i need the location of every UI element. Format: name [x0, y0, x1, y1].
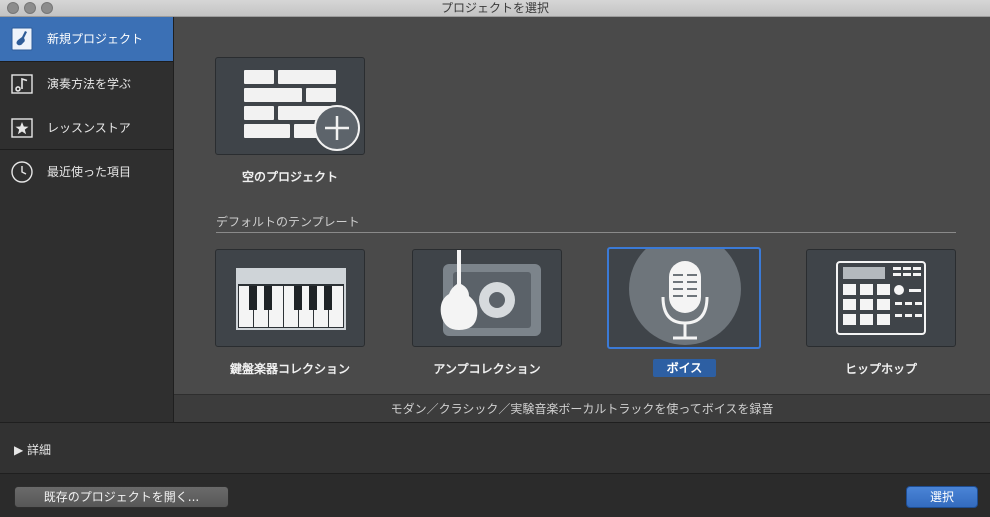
sidebar-item-label: レッスンストア: [47, 121, 131, 135]
template-keyboard-tile[interactable]: [215, 249, 365, 347]
template-label[interactable]: アンプコレクション: [412, 360, 562, 377]
music-note-icon: [11, 74, 33, 94]
sidebar-item-new-project[interactable]: 新規プロジェクト: [0, 17, 173, 61]
template-voice-tile[interactable]: [607, 233, 761, 349]
template-label-selected[interactable]: ボイス: [653, 359, 716, 377]
footer: 既存のプロジェクトを開く... 選択: [0, 474, 990, 517]
piano-keyboard-icon: [236, 268, 346, 330]
title-bar: プロジェクトを選択: [0, 0, 990, 17]
template-hiphop-tile[interactable]: [806, 249, 956, 347]
empty-project-add-icon: [244, 70, 360, 151]
guitar-amp-icon: [440, 250, 541, 336]
guitar-document-icon: [11, 27, 33, 51]
sidebar-item-label: 新規プロジェクト: [47, 32, 144, 46]
empty-project-tile[interactable]: [215, 57, 365, 155]
template-description: モダン／クラシック／実験音楽ボーカルトラックを使ってボイスを録音: [174, 394, 990, 423]
select-button[interactable]: 選択: [906, 486, 978, 508]
details-panel: ▶ 詳細: [0, 422, 990, 474]
star-icon: [11, 118, 33, 138]
sidebar-item-lesson-store[interactable]: レッスンストア: [0, 106, 173, 150]
template-amp-tile[interactable]: [412, 249, 562, 347]
sidebar: 新規プロジェクト 演奏方法を学ぶ レッスンストア 最近使った項目: [0, 17, 174, 422]
section-divider: [216, 232, 956, 233]
sidebar-item-label: 演奏方法を学ぶ: [47, 77, 132, 91]
clock-icon: [11, 161, 33, 183]
open-existing-project-button[interactable]: 既存のプロジェクトを開く...: [14, 486, 229, 508]
sidebar-item-label: 最近使った項目: [47, 165, 132, 179]
details-disclosure[interactable]: ▶ 詳細: [14, 441, 51, 458]
microphone-icon: [629, 233, 741, 345]
window-title: プロジェクトを選択: [440, 1, 549, 15]
empty-project-label[interactable]: 空のプロジェクト: [215, 168, 365, 185]
section-title: デフォルトのテンプレート: [216, 215, 360, 229]
sidebar-item-learn-to-play[interactable]: 演奏方法を学ぶ: [0, 62, 173, 106]
template-label[interactable]: ヒップホップ: [806, 360, 956, 377]
drum-machine-icon: [836, 261, 926, 335]
sidebar-item-recent[interactable]: 最近使った項目: [0, 150, 173, 194]
template-label[interactable]: 鍵盤楽器コレクション: [215, 360, 365, 377]
